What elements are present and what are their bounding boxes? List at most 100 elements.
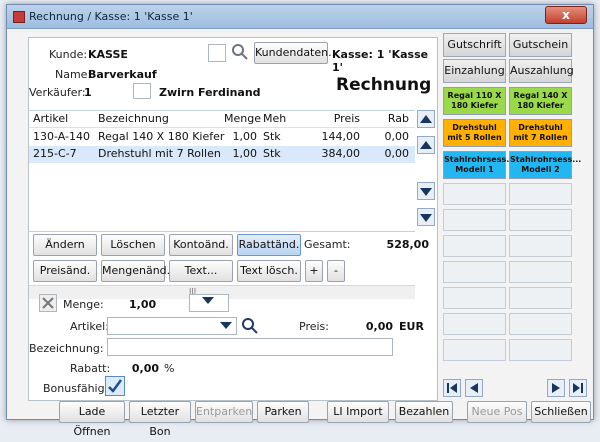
empty-tile[interactable] <box>509 261 572 283</box>
chevron-up-icon <box>420 141 432 149</box>
rab-cell: 0,00 <box>384 130 410 143</box>
bezeichnung-cell: Drehstuhl mit 7 Rollen <box>98 147 221 160</box>
search-icon[interactable] <box>241 317 259 335</box>
minus-button[interactable]: - <box>327 260 345 282</box>
rabatt-label: Rabatt: <box>70 362 111 375</box>
empty-tile[interactable] <box>443 287 506 309</box>
tile-regal-140[interactable]: Regal 140 X 180 Kiefer <box>509 87 572 115</box>
text-button[interactable]: Text... <box>169 260 233 282</box>
name-value: Barverkauf <box>88 68 157 81</box>
empty-tile[interactable] <box>509 235 572 257</box>
empty-tile[interactable] <box>443 209 506 231</box>
scroll-down-button[interactable] <box>417 182 435 200</box>
neue-pos-button[interactable]: Neue Pos <box>467 401 527 423</box>
menge-dropdown[interactable] <box>189 294 229 312</box>
einzahlung-button[interactable]: Einzahlung <box>443 59 506 83</box>
entparken-button[interactable]: Entparken <box>195 401 253 423</box>
tile-drehstuhl-7[interactable]: Drehstuhl mit 7 Rollen <box>509 119 572 147</box>
preis-label: Preis: <box>299 320 329 333</box>
bezahlen-button[interactable]: Bezahlen <box>395 401 453 423</box>
column-header-rab: Rab <box>387 112 409 125</box>
next-page-button[interactable] <box>547 379 565 397</box>
bezeichnung-label: Bezeichnung: <box>29 342 104 355</box>
column-header-artikel: Artikel <box>33 112 69 125</box>
tile-drehstuhl-5[interactable]: Drehstuhl mit 5 Rollen <box>443 119 506 147</box>
empty-tile[interactable] <box>443 313 506 335</box>
empty-tile[interactable] <box>443 183 506 205</box>
kunde-field[interactable] <box>208 44 226 62</box>
kasse-value: Kasse: 1 'Kasse 1' <box>332 48 429 74</box>
scroll-bottom-button[interactable] <box>417 208 435 226</box>
artikel-input[interactable] <box>107 317 237 335</box>
empty-tile[interactable] <box>509 339 572 361</box>
letzter-bon-button[interactable]: Letzter Bon <box>129 401 191 438</box>
clear-menge-button[interactable] <box>39 294 57 312</box>
rabattaend-button[interactable]: Rabattänd. <box>237 234 301 256</box>
rabatt-value[interactable]: 0,00 <box>107 362 159 375</box>
preisaend-button[interactable]: Preisänd. <box>33 260 97 282</box>
artikel-cell: 215-C-7 <box>33 147 77 160</box>
tile-stahlrohr-2[interactable]: Stahlrohrsess... Modell 2 <box>509 151 581 179</box>
quick-buttons-panel: Gutschrift Gutschein Einzahlung Auszahlu… <box>439 29 589 419</box>
search-icon[interactable] <box>231 43 249 61</box>
tile-stahlrohr-1[interactable]: Stahlrohrsess... Modell 1 <box>443 151 515 179</box>
artikel-label: Artikel: <box>70 320 109 333</box>
verkaeufer-label: Verkäufer: <box>29 86 86 99</box>
first-page-button[interactable] <box>443 379 461 397</box>
preis-value[interactable]: 0,00 <box>339 320 393 333</box>
rabatt-unit: % <box>164 362 175 375</box>
menge-cell: 1,00 <box>232 130 258 143</box>
name-label: Name: <box>55 68 92 81</box>
kontoaend-button[interactable]: Kontoänd. <box>169 234 233 256</box>
double-chevron-up-icon <box>420 115 432 123</box>
table-row[interactable]: 215-C-7 Drehstuhl mit 7 Rollen 1,00 Stk … <box>29 146 415 163</box>
empty-tile[interactable] <box>509 209 572 231</box>
kunde-value: KASSE <box>88 48 128 61</box>
gutschrift-button[interactable]: Gutschrift <box>443 33 506 57</box>
close-button[interactable]: x <box>545 6 587 24</box>
kundendaten-button[interactable]: Kundendaten... <box>254 42 339 64</box>
column-header-preis: Preis <box>333 112 360 125</box>
menge-value[interactable]: 1,00 <box>129 298 156 311</box>
li-import-button[interactable]: LI Import <box>327 401 389 423</box>
empty-tile[interactable] <box>443 261 506 283</box>
scroll-up-button[interactable] <box>417 136 435 154</box>
table-row[interactable]: 130-A-140 Regal 140 X 180 Kiefer 1,00 St… <box>29 129 415 146</box>
mengenaend-button[interactable]: Mengenänd. <box>101 260 170 282</box>
scroll-top-button[interactable] <box>417 110 435 128</box>
menge-cell: 1,00 <box>232 147 258 160</box>
tile-regal-110[interactable]: Regal 110 X 180 Kiefer <box>443 87 506 115</box>
rab-cell: 0,00 <box>384 147 410 160</box>
preis-cell: 384,00 <box>321 147 361 160</box>
schliessen-button[interactable]: Schließen <box>531 401 591 423</box>
currency-label: EUR <box>399 320 424 333</box>
chevron-down-icon <box>220 322 232 329</box>
verkaeufer-field[interactable] <box>133 83 151 99</box>
gutschein-button[interactable]: Gutschein <box>509 33 572 57</box>
gesamt-label: Gesamt: <box>304 238 351 251</box>
empty-tile[interactable] <box>509 183 572 205</box>
prev-page-button[interactable] <box>465 379 483 397</box>
column-header-bezeichnung: Bezeichnung <box>98 112 169 125</box>
aendern-button[interactable]: Ändern <box>33 234 97 256</box>
text-loeschen-button[interactable]: Text lösch. <box>237 260 301 282</box>
title-bar: Rechnung / Kasse: 1 'Kasse 1' x <box>7 5 593 29</box>
bonus-label: Bonusfähig: <box>43 382 109 395</box>
rechnung-window: Rechnung / Kasse: 1 'Kasse 1' x Kunde: K… <box>6 4 595 438</box>
empty-tile[interactable] <box>443 339 506 361</box>
bezeichnung-input[interactable] <box>107 338 393 356</box>
parken-button[interactable]: Parken <box>257 401 309 423</box>
empty-tile[interactable] <box>509 313 572 335</box>
auszahlung-button[interactable]: Auszahlung <box>509 59 574 83</box>
invoice-lines-table[interactable]: Artikel Bezeichnung Menge Meh Preis Rab … <box>29 110 415 299</box>
empty-tile[interactable] <box>443 235 506 257</box>
footer-toolbar: Lade Öffnen Letzter Bon Entparken Parken… <box>7 401 595 438</box>
last-page-button[interactable] <box>569 379 587 397</box>
plus-button[interactable]: + <box>305 260 323 282</box>
window-title: Rechnung / Kasse: 1 'Kasse 1' <box>29 10 193 23</box>
loeschen-button[interactable]: Löschen <box>101 234 165 256</box>
bonusfaehig-checkbox[interactable] <box>105 376 125 396</box>
vertical-scrollbar[interactable] <box>417 110 437 232</box>
lade-oeffnen-button[interactable]: Lade Öffnen <box>59 401 125 438</box>
empty-tile[interactable] <box>509 287 572 309</box>
